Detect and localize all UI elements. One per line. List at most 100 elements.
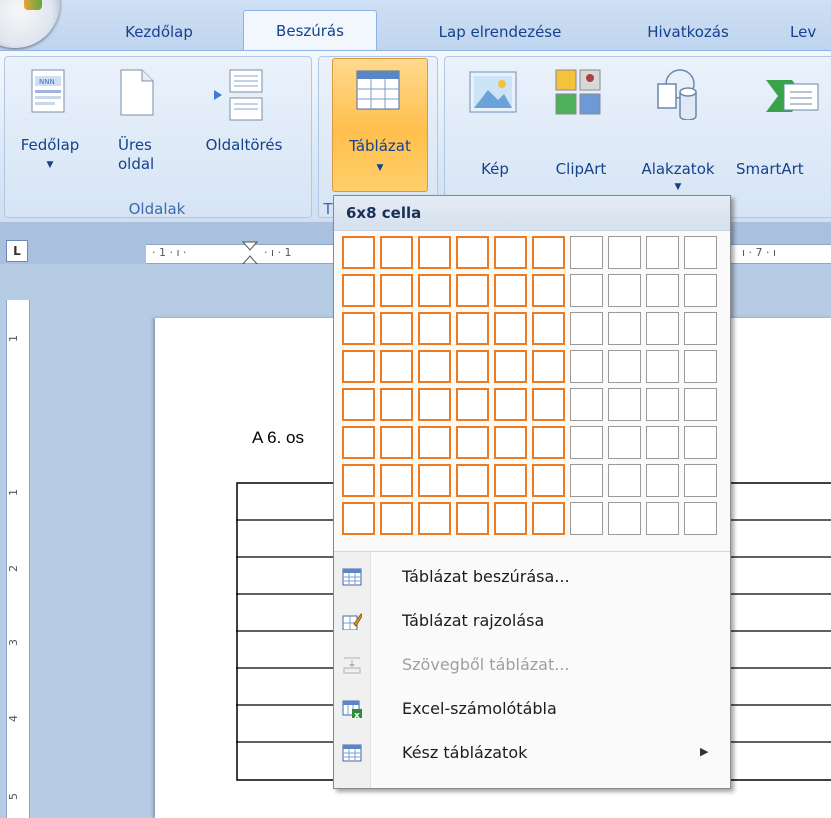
tab-hivatkozas[interactable]: Hivatkozás: [618, 18, 758, 50]
grid-cell[interactable]: [608, 312, 641, 345]
grid-cell-selected[interactable]: [418, 502, 451, 535]
grid-cell-selected[interactable]: [342, 426, 375, 459]
picture-button[interactable]: Kép: [460, 62, 530, 182]
grid-cell-selected[interactable]: [494, 464, 527, 497]
menu-item-insert-table[interactable]: Táblázat beszúrása...: [334, 560, 730, 594]
grid-cell-selected[interactable]: [456, 274, 489, 307]
page-break-button[interactable]: Oldaltörés: [184, 62, 304, 182]
grid-cell[interactable]: [570, 236, 603, 269]
grid-cell-selected[interactable]: [456, 350, 489, 383]
grid-cell[interactable]: [684, 464, 717, 497]
grid-cell[interactable]: [570, 388, 603, 421]
grid-cell-selected[interactable]: [380, 388, 413, 421]
grid-cell[interactable]: [608, 236, 641, 269]
grid-cell-selected[interactable]: [418, 236, 451, 269]
grid-cell[interactable]: [646, 502, 679, 535]
grid-cell[interactable]: [684, 388, 717, 421]
grid-cell-selected[interactable]: [532, 236, 565, 269]
grid-cell-selected[interactable]: [418, 388, 451, 421]
grid-cell[interactable]: [570, 502, 603, 535]
grid-cell-selected[interactable]: [456, 312, 489, 345]
grid-cell-selected[interactable]: [418, 426, 451, 459]
grid-cell-selected[interactable]: [380, 312, 413, 345]
tab-lap-elrendezese[interactable]: Lap elrendezése: [410, 18, 590, 50]
grid-cell-selected[interactable]: [456, 464, 489, 497]
grid-cell[interactable]: [570, 350, 603, 383]
grid-cell[interactable]: [608, 426, 641, 459]
grid-cell-selected[interactable]: [494, 274, 527, 307]
grid-cell[interactable]: [684, 312, 717, 345]
grid-cell-selected[interactable]: [494, 388, 527, 421]
grid-cell[interactable]: [684, 426, 717, 459]
grid-cell[interactable]: [608, 464, 641, 497]
menu-item-quick-tables[interactable]: Kész táblázatok ▶: [334, 736, 730, 770]
grid-cell-selected[interactable]: [342, 312, 375, 345]
grid-cell-selected[interactable]: [456, 388, 489, 421]
clipart-button[interactable]: ClipArt: [540, 62, 622, 182]
grid-cell-selected[interactable]: [418, 312, 451, 345]
shapes-button[interactable]: Alakzatok ▼: [624, 62, 732, 192]
table-button[interactable]: Táblázat ▼: [332, 58, 428, 192]
cover-page-button[interactable]: NNN Fedőlap ▼: [10, 62, 90, 182]
grid-cell[interactable]: [646, 312, 679, 345]
grid-cell[interactable]: [684, 502, 717, 535]
grid-cell-selected[interactable]: [532, 350, 565, 383]
grid-cell-selected[interactable]: [418, 350, 451, 383]
grid-cell-selected[interactable]: [494, 350, 527, 383]
grid-cell-selected[interactable]: [380, 464, 413, 497]
menu-item-excel-spreadsheet[interactable]: x Excel-számolótábla: [334, 692, 730, 726]
grid-cell[interactable]: [684, 350, 717, 383]
smartart-button[interactable]: SmartArt: [732, 62, 831, 182]
grid-cell-selected[interactable]: [418, 274, 451, 307]
grid-cell-selected[interactable]: [532, 312, 565, 345]
grid-cell[interactable]: [646, 426, 679, 459]
grid-cell-selected[interactable]: [380, 236, 413, 269]
grid-cell[interactable]: [684, 236, 717, 269]
grid-cell[interactable]: [570, 274, 603, 307]
grid-cell[interactable]: [646, 388, 679, 421]
menu-item-text-to-table[interactable]: Szövegből táblázat...: [334, 648, 730, 682]
grid-cell-selected[interactable]: [342, 388, 375, 421]
tab-levelezes[interactable]: Lev: [790, 18, 831, 50]
grid-cell[interactable]: [570, 464, 603, 497]
grid-cell-selected[interactable]: [342, 464, 375, 497]
grid-cell[interactable]: [570, 312, 603, 345]
grid-cell[interactable]: [608, 502, 641, 535]
grid-cell-selected[interactable]: [494, 236, 527, 269]
grid-cell[interactable]: [646, 464, 679, 497]
grid-cell-selected[interactable]: [532, 388, 565, 421]
menu-item-draw-table[interactable]: Táblázat rajzolása: [334, 604, 730, 638]
grid-cell[interactable]: [646, 236, 679, 269]
grid-cell-selected[interactable]: [456, 426, 489, 459]
grid-cell[interactable]: [646, 274, 679, 307]
blank-page-button[interactable]: Üres oldal: [104, 62, 174, 182]
grid-cell-selected[interactable]: [494, 426, 527, 459]
grid-cell[interactable]: [608, 274, 641, 307]
grid-cell-selected[interactable]: [532, 464, 565, 497]
grid-cell-selected[interactable]: [532, 426, 565, 459]
grid-cell-selected[interactable]: [456, 236, 489, 269]
grid-cell[interactable]: [608, 388, 641, 421]
grid-cell-selected[interactable]: [380, 350, 413, 383]
grid-cell-selected[interactable]: [494, 502, 527, 535]
grid-cell-selected[interactable]: [456, 502, 489, 535]
grid-cell-selected[interactable]: [532, 274, 565, 307]
grid-cell[interactable]: [684, 274, 717, 307]
grid-cell-selected[interactable]: [418, 464, 451, 497]
tab-beszuras[interactable]: Beszúrás: [243, 10, 377, 51]
grid-cell-selected[interactable]: [342, 236, 375, 269]
grid-cell-selected[interactable]: [532, 502, 565, 535]
grid-cell[interactable]: [570, 426, 603, 459]
grid-cell-selected[interactable]: [380, 502, 413, 535]
grid-cell-selected[interactable]: [342, 502, 375, 535]
grid-cell-selected[interactable]: [380, 426, 413, 459]
tab-kezdolap[interactable]: Kezdőlap: [104, 18, 214, 50]
grid-cell-selected[interactable]: [342, 350, 375, 383]
grid-cell-selected[interactable]: [380, 274, 413, 307]
vertical-ruler[interactable]: [6, 300, 30, 818]
tab-selector[interactable]: L: [6, 240, 28, 262]
grid-cell[interactable]: [646, 350, 679, 383]
grid-cell-selected[interactable]: [494, 312, 527, 345]
grid-cell[interactable]: [608, 350, 641, 383]
grid-cell-selected[interactable]: [342, 274, 375, 307]
